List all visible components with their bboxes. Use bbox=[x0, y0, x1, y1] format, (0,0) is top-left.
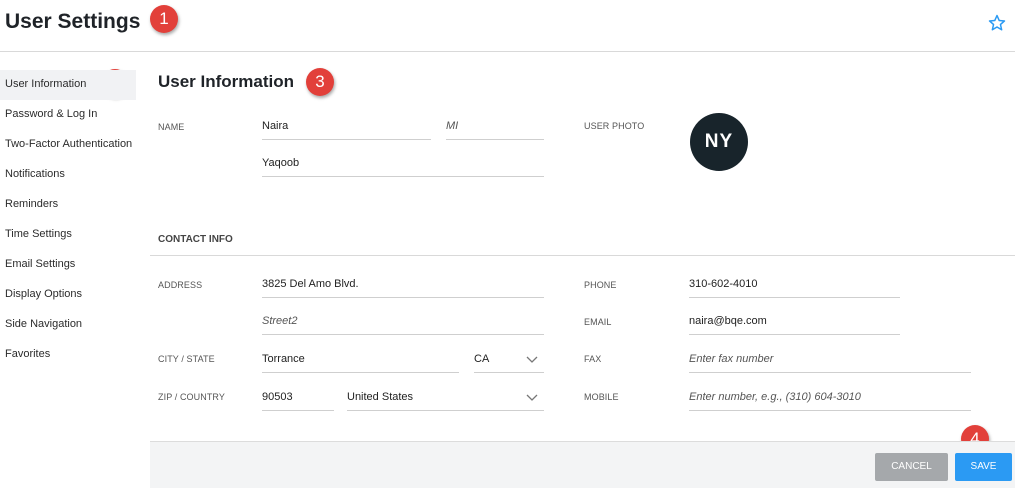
state-select-value: CA bbox=[474, 353, 490, 365]
zip-input[interactable]: 90503 bbox=[262, 389, 334, 411]
email-label: EMAIL bbox=[584, 317, 612, 327]
cancel-button[interactable]: CANCEL bbox=[875, 453, 948, 481]
fax-label: FAX bbox=[584, 354, 602, 364]
middle-initial-input[interactable]: MI bbox=[446, 118, 544, 140]
city-state-label: CITY / STATE bbox=[158, 354, 215, 364]
sidebar-item-display-options[interactable]: Display Options bbox=[0, 280, 136, 310]
phone-label: PHONE bbox=[584, 280, 617, 290]
avatar[interactable]: NY bbox=[690, 113, 748, 171]
contact-info-heading: CONTACT INFO bbox=[158, 234, 233, 245]
star-icon[interactable] bbox=[988, 14, 1006, 32]
chevron-down-icon bbox=[526, 394, 538, 401]
user-photo-label: USER PHOTO bbox=[584, 121, 645, 131]
sidebar-item-reminders[interactable]: Reminders bbox=[0, 190, 136, 220]
sidebar-item-side-navigation[interactable]: Side Navigation bbox=[0, 310, 136, 340]
mobile-label: MOBILE bbox=[584, 392, 619, 402]
settings-sidebar: User Information Password & Log In Two-F… bbox=[0, 70, 136, 370]
sidebar-item-notifications[interactable]: Notifications bbox=[0, 160, 136, 190]
sidebar-item-time-settings[interactable]: Time Settings bbox=[0, 220, 136, 250]
sidebar-item-email-settings[interactable]: Email Settings bbox=[0, 250, 136, 280]
fax-input[interactable]: Enter fax number bbox=[689, 351, 971, 373]
city-input[interactable]: Torrance bbox=[262, 351, 459, 373]
zip-country-label: ZIP / COUNTRY bbox=[158, 392, 225, 402]
phone-input[interactable]: 310-602-4010 bbox=[689, 276, 900, 298]
sidebar-item-two-factor-auth[interactable]: Two-Factor Authentication bbox=[0, 130, 136, 160]
annotation-badge-1: 1 bbox=[150, 5, 178, 33]
email-input[interactable]: naira@bqe.com bbox=[689, 313, 900, 335]
country-select[interactable]: United States bbox=[347, 389, 544, 411]
address-line1-input[interactable]: 3825 Del Amo Blvd. bbox=[262, 276, 544, 298]
last-name-input[interactable]: Yaqoob bbox=[262, 155, 544, 177]
contact-divider bbox=[150, 255, 1015, 256]
save-button[interactable]: SAVE bbox=[955, 453, 1012, 481]
mobile-input[interactable]: Enter number, e.g., (310) 604-3010 bbox=[689, 389, 971, 411]
first-name-input[interactable]: Naira bbox=[262, 118, 431, 140]
address-label: ADDRESS bbox=[158, 280, 203, 290]
name-label: NAME bbox=[158, 122, 185, 132]
sidebar-item-user-information[interactable]: User Information bbox=[0, 70, 136, 100]
sidebar-item-password-login[interactable]: Password & Log In bbox=[0, 100, 136, 130]
address-line2-input[interactable]: Street2 bbox=[262, 313, 544, 335]
state-select[interactable]: CA bbox=[474, 351, 544, 373]
annotation-badge-3: 3 bbox=[306, 68, 334, 96]
page-title: User Settings bbox=[5, 10, 141, 33]
section-title: User Information bbox=[158, 72, 295, 91]
chevron-down-icon bbox=[526, 356, 538, 363]
country-select-value: United States bbox=[347, 391, 414, 403]
sidebar-item-favorites[interactable]: Favorites bbox=[0, 340, 136, 370]
